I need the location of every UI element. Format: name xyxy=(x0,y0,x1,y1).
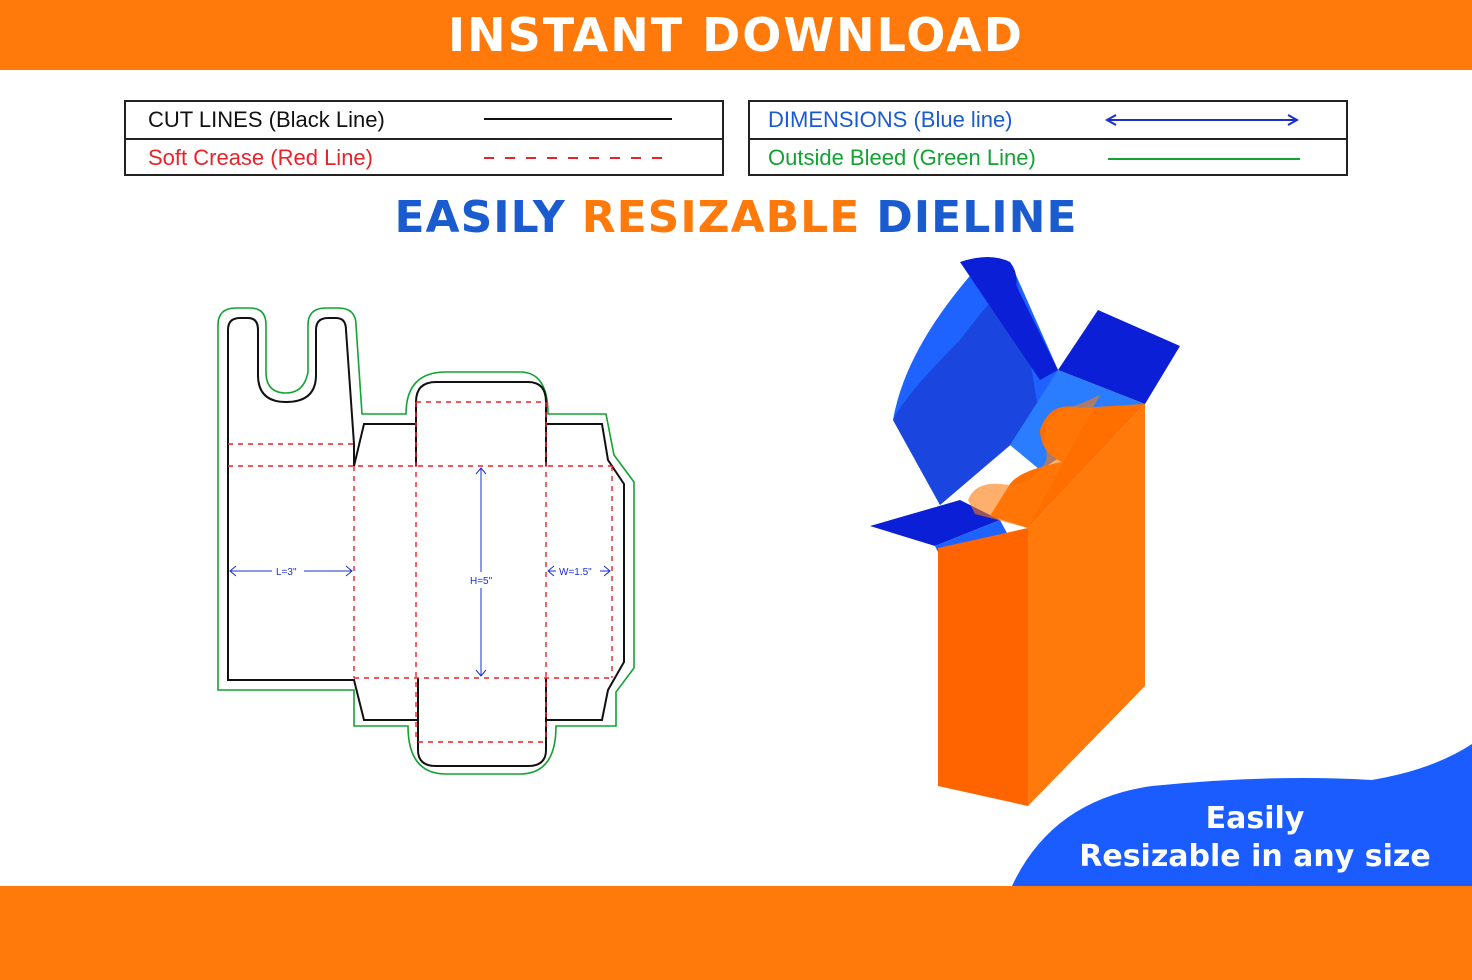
corner-promo-text: Easily Resizable in any size xyxy=(1040,800,1470,876)
corner-line-1: Easily xyxy=(1205,801,1305,836)
legend-row-crease: Soft Crease (Red Line) xyxy=(126,138,722,176)
cut-outline xyxy=(227,317,625,767)
headline: EASILY RESIZABLE DIELINE xyxy=(0,192,1472,243)
headline-word-dieline: DIELINE xyxy=(876,192,1078,243)
legend-bleed-label: Outside Bleed (Green Line) xyxy=(768,145,1036,170)
legend-row-bleed: Outside Bleed (Green Line) xyxy=(750,138,1346,176)
corner-line-2: Resizable in any size xyxy=(1079,839,1431,874)
legend-dimensions-label: DIMENSIONS (Blue line) xyxy=(768,107,1013,132)
crease-line-sample xyxy=(484,157,672,159)
legend-cut-label: CUT LINES (Black Line) xyxy=(148,107,385,132)
legend-row-dimensions: DIMENSIONS (Blue line) xyxy=(750,102,1346,138)
banner-title: INSTANT DOWNLOAD xyxy=(448,8,1024,62)
dieline-drawing: L=3" H=5" W=1.5" xyxy=(217,307,635,775)
legend-right: DIMENSIONS (Blue line) Outside Bleed (Gr… xyxy=(748,100,1348,176)
height-label: H=5" xyxy=(470,576,493,587)
length-label: L=3" xyxy=(276,567,297,578)
bottom-bar xyxy=(0,886,1472,980)
bleed-line-sample xyxy=(1108,158,1300,160)
dimension-line-sample xyxy=(1104,114,1300,126)
box-3d-illustration xyxy=(870,257,1180,806)
top-banner: INSTANT DOWNLOAD xyxy=(0,0,1472,70)
bleed-outline xyxy=(217,307,635,775)
legend-crease-label: Soft Crease (Red Line) xyxy=(148,145,373,170)
legend-left: CUT LINES (Black Line) Soft Crease (Red … xyxy=(124,100,724,176)
headline-word-easily: EASILY xyxy=(394,192,566,243)
width-label: W=1.5" xyxy=(559,567,592,578)
headline-word-resizable: RESIZABLE xyxy=(581,192,861,243)
cut-line-sample xyxy=(484,118,672,120)
legend-row-cut: CUT LINES (Black Line) xyxy=(126,102,722,138)
